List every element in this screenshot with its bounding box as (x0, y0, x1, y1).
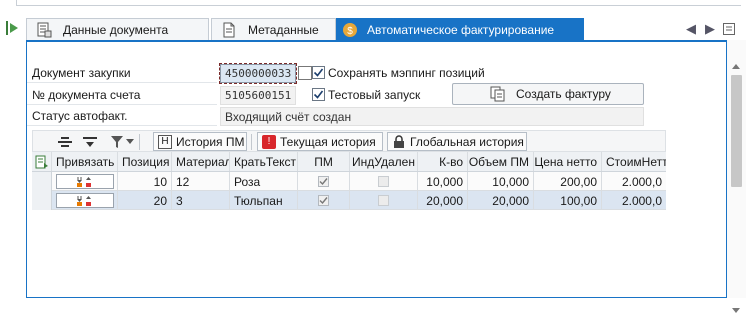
navigation-toggle-icon[interactable] (2, 17, 24, 39)
sort-icon[interactable] (81, 133, 101, 150)
global-history-button[interactable]: Глобальная история (387, 132, 527, 151)
deleted-checkbox (378, 195, 389, 206)
bind-icon (76, 176, 91, 187)
invoice-number-field[interactable]: 5105600151 (220, 86, 296, 105)
table-row[interactable]: 10 12 Роза 10,000 10,000 200,00 2.000,0 (32, 172, 666, 191)
bind-button[interactable] (55, 174, 114, 189)
tab-list-icon[interactable] (720, 20, 738, 38)
net-price-cell: 100,00 (534, 191, 602, 210)
bind-button[interactable] (55, 193, 114, 208)
col-header-pm[interactable]: ПМ (298, 152, 350, 171)
col-header-deleted[interactable]: ИндУдален (350, 152, 418, 171)
po-label: Документ закупки (27, 63, 217, 83)
pm-quantity-cell: 10,000 (468, 172, 534, 191)
col-header-short-text[interactable]: КратьТекст (230, 152, 298, 171)
layout-settings-icon[interactable] (32, 152, 52, 171)
row-selector[interactable] (32, 172, 52, 191)
col-header-quantity[interactable]: К-во (418, 152, 468, 171)
tab-auto-invoicing-label: Автоматическое фактурирование (367, 22, 555, 37)
scroll-up-icon[interactable] (732, 64, 740, 69)
top-strip (0, 0, 746, 7)
deleted-cell (350, 191, 418, 210)
metadata-icon (220, 21, 238, 39)
lock-icon (392, 134, 406, 149)
copy-document-icon (490, 86, 508, 102)
status-label: Статус автофакт. (27, 106, 217, 126)
test-run-checkbox[interactable] (312, 88, 325, 101)
alert-icon: ! (262, 134, 276, 149)
quantity-cell: 20,000 (418, 191, 468, 210)
filter-icon[interactable] (107, 133, 127, 150)
table-row[interactable]: 20 3 Тюльпан 20,000 20,000 100,00 2.000,… (32, 191, 666, 210)
save-mapping-label: Сохранять мэппинг позиций (328, 66, 485, 80)
svg-text:$: $ (347, 26, 353, 37)
material-cell: 3 (172, 191, 230, 210)
grid-toolbar: H История ПМ ! Текущая история Глобальна… (32, 130, 666, 152)
col-header-net-price[interactable]: Цена нетто (534, 152, 602, 171)
tab-document-data-label: Данные документа (63, 22, 169, 37)
material-cell: 12 (172, 172, 230, 191)
tab-strip: Данные документа Метаданные $ Автоматиче… (26, 18, 741, 40)
tab-document-data[interactable]: Данные документа (26, 18, 209, 40)
history-pm-label: История ПМ (176, 134, 245, 149)
col-header-net-value[interactable]: СтоимНетт (602, 152, 666, 171)
create-invoice-button[interactable]: Создать фактуру (452, 83, 644, 105)
vertical-scrollbar[interactable] (727, 40, 746, 313)
tab-auto-invoicing[interactable]: $ Автоматическое фактурирование (336, 18, 584, 40)
net-value-cell: 2.000,0 (621, 193, 662, 208)
tab-scroll-right-icon[interactable]: ▶ (701, 20, 719, 38)
grid-header: Привязать Позиция Материал КратьТекст ПМ… (32, 152, 666, 172)
net-price-cell: 200,00 (534, 172, 602, 191)
pm-cell (298, 172, 350, 191)
deleted-cell (350, 172, 418, 191)
tab-scroll-left-icon[interactable]: ◀ (682, 20, 700, 38)
bind-icon (76, 195, 91, 206)
col-header-bind[interactable]: Привязать (52, 152, 118, 171)
pm-checkbox (318, 195, 329, 206)
bind-cell (52, 191, 118, 210)
current-history-label: Текущая история (280, 134, 376, 149)
toolbar-separator (251, 134, 252, 150)
auto-invoicing-icon: $ (341, 21, 359, 39)
pm-checkbox (318, 176, 329, 187)
current-history-button[interactable]: ! Текущая история (257, 132, 383, 151)
short-text-cell: Роза (230, 172, 298, 191)
position-cell: 20 (118, 191, 172, 210)
row-selector[interactable] (32, 191, 52, 210)
top-divider (16, 0, 741, 6)
col-header-pm-quantity[interactable]: Объем ПМ (468, 152, 534, 171)
bind-cell (52, 172, 118, 191)
tab-metadata-label: Метаданные (248, 22, 319, 37)
items-grid: Привязать Позиция Материал КратьТекст ПМ… (32, 152, 666, 210)
filter-dropdown-icon[interactable] (125, 133, 135, 150)
value-help-icon[interactable] (298, 66, 312, 80)
status-field: Входящий счёт создан (220, 107, 644, 126)
toolbar-separator (139, 134, 140, 150)
history-h-icon: H (158, 134, 172, 149)
col-header-material[interactable]: Материал (172, 152, 230, 171)
short-text-cell: Тюльпан (230, 191, 298, 210)
tab-metadata[interactable]: Метаданные (211, 18, 336, 40)
scroll-thumb[interactable] (731, 75, 742, 187)
history-pm-button[interactable]: H История ПМ (153, 132, 247, 151)
po-field[interactable]: 4500000033 (219, 63, 297, 84)
quantity-cell: 10,000 (418, 172, 468, 191)
create-invoice-label: Создать фактуру (516, 87, 611, 101)
scroll-down-icon[interactable] (732, 308, 740, 313)
document-data-icon (35, 21, 53, 39)
pm-quantity-cell: 20,000 (468, 191, 534, 210)
global-history-label: Глобальная история (410, 134, 524, 149)
col-header-position[interactable]: Позиция (118, 152, 172, 171)
save-mapping-checkbox[interactable] (312, 66, 325, 79)
invoice-number-label: № документа счета (27, 85, 217, 105)
test-run-label: Тестовый запуск (328, 88, 421, 102)
net-value-cell: 2.000,0 (621, 174, 662, 189)
align-center-icon[interactable] (55, 133, 75, 150)
position-cell: 10 (118, 172, 172, 191)
pm-cell (298, 191, 350, 210)
deleted-checkbox (378, 176, 389, 187)
